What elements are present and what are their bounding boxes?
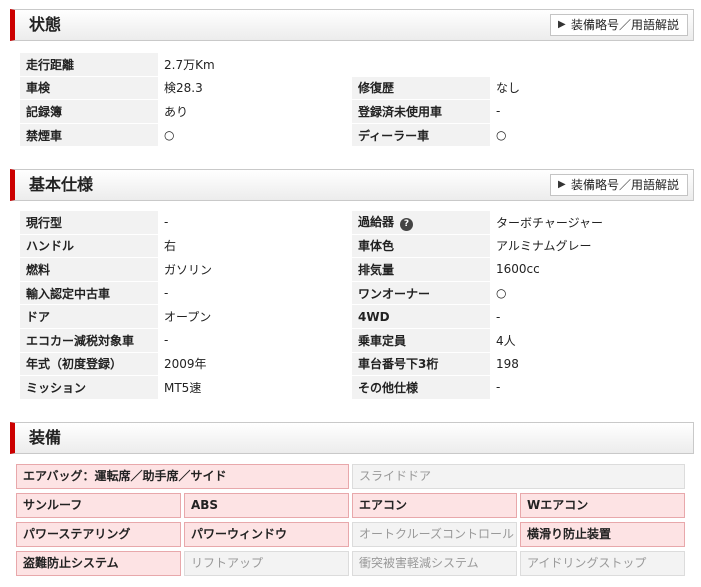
equipment-item-power-window: パワーウィンドウ [184, 522, 349, 547]
spec-key: ドア [20, 305, 158, 329]
spec-value: ○ [490, 123, 684, 148]
table-row: ドア オープン 4WD - [20, 305, 684, 329]
table-row: 走行距離 2.7万Km [20, 53, 684, 77]
status-glossary-label: 装備略号／用語解説 [570, 18, 679, 32]
spec-value: - [158, 211, 352, 235]
equipment-item-abs: ABS [184, 493, 349, 518]
status-section-title: 状態 [29, 15, 62, 34]
equipment-item-skid-prevention: 横滑り防止装置 [520, 522, 685, 547]
equipment-section-title: 装備 [29, 428, 62, 447]
table-row: ミッション MT5速 その他仕様 - [20, 376, 684, 400]
equipment-item-idling-stop: アイドリングストップ [520, 551, 685, 576]
spec-value: アルミナムグレー [490, 234, 684, 259]
spec-value: ○ [490, 281, 684, 306]
equipment-item-collision-mitigation: 衝突被害軽減システム [352, 551, 517, 576]
spec-key: 修復歴 [352, 76, 490, 101]
chevron-right-icon: ▶ [557, 179, 566, 190]
equipment-item-w-aircon: Wエアコン [520, 493, 685, 518]
table-row: ハンドル 右 車体色 アルミナムグレー [20, 234, 684, 259]
table-row: 年式（初度登録） 2009年 車台番号下3桁 198 [20, 352, 684, 377]
basic-spec-section-title: 基本仕様 [29, 175, 94, 194]
equipment-row: エアバッグ：運転席／助手席／サイド スライドドア [16, 464, 688, 489]
table-row: エコカー減税対象車 - 乗車定員 4人 [20, 328, 684, 353]
spec-key-label: 過給器 [358, 215, 395, 230]
spec-key: 輸入認定中古車 [20, 281, 158, 306]
spec-value: 2.7万Km [158, 53, 352, 77]
table-row: 記録簿 あり 登録済未使用車 - [20, 100, 684, 124]
equipment-item-lift-up: リフトアップ [184, 551, 349, 576]
equipment-item-aircon: エアコン [352, 493, 517, 518]
spec-key: ハンドル [20, 234, 158, 259]
spec-key: ミッション [20, 376, 158, 400]
spec-value: ターボチャージャー [490, 211, 684, 235]
spec-value: - [158, 328, 352, 353]
spec-value: - [158, 281, 352, 306]
basic-glossary-button[interactable]: ▶ 装備略号／用語解説 [549, 174, 688, 196]
spec-value: 198 [490, 352, 684, 377]
equipment-section-header: 装備 [10, 422, 694, 454]
equipment-row: 盗難防止システム リフトアップ 衝突被害軽減システム アイドリングストップ [16, 551, 688, 576]
spec-value: 右 [158, 234, 352, 259]
spec-key: 記録簿 [20, 100, 158, 124]
table-row: 輸入認定中古車 - ワンオーナー ○ [20, 281, 684, 306]
spec-key-turbo: 過給器? [352, 211, 490, 235]
spec-key [352, 53, 490, 77]
spec-value: あり [158, 100, 352, 124]
table-row: 燃料 ガソリン 排気量 1600cc [20, 258, 684, 282]
spec-value [490, 53, 684, 77]
spec-key: 4WD [352, 305, 490, 329]
question-circle-icon[interactable]: ? [400, 218, 414, 232]
status-table: 走行距離 2.7万Km 車検 検28.3 修復歴 なし 記録簿 あり 登録済未使… [20, 53, 684, 148]
spec-value: オープン [158, 305, 352, 329]
spec-key: エコカー減税対象車 [20, 328, 158, 353]
equipment-item-slide-door: スライドドア [352, 464, 685, 489]
spec-value: MT5速 [158, 376, 352, 400]
spec-value: - [490, 100, 684, 124]
equipment-item-sunroof: サンルーフ [16, 493, 181, 518]
equipment-item-airbag: エアバッグ：運転席／助手席／サイド [16, 464, 349, 489]
spec-key: 排気量 [352, 258, 490, 282]
spec-value: ガソリン [158, 258, 352, 282]
spec-key: 登録済未使用車 [352, 100, 490, 124]
basic-spec-section-header: 基本仕様 ▶ 装備略号／用語解説 [10, 169, 694, 201]
basic-glossary-label: 装備略号／用語解説 [570, 178, 679, 192]
spec-value: 1600cc [490, 258, 684, 282]
chevron-right-icon: ▶ [557, 19, 566, 30]
basic-spec-table: 現行型 - 過給器? ターボチャージャー ハンドル 右 車体色 アルミナムグレー… [20, 211, 684, 400]
spec-key: その他仕様 [352, 376, 490, 400]
spec-value: なし [490, 76, 684, 101]
spec-key: 車検 [20, 76, 158, 101]
spec-key: ディーラー車 [352, 123, 490, 148]
spec-value: - [490, 376, 684, 400]
spec-value: ○ [158, 123, 352, 148]
table-row: 現行型 - 過給器? ターボチャージャー [20, 211, 684, 235]
spec-value: 2009年 [158, 352, 352, 377]
equipment-item-cruise-control: オートクルーズコントロール [352, 522, 517, 547]
spec-key: ワンオーナー [352, 281, 490, 306]
spec-key: 燃料 [20, 258, 158, 282]
spec-key: 車体色 [352, 234, 490, 259]
equipment-row: パワーステアリング パワーウィンドウ オートクルーズコントロール 横滑り防止装置 [16, 522, 688, 547]
spec-value: - [490, 305, 684, 329]
spec-key: 乗車定員 [352, 328, 490, 353]
status-section-header: 状態 ▶ 装備略号／用語解説 [10, 9, 694, 41]
equipment-row: サンルーフ ABS エアコン Wエアコン [16, 493, 688, 518]
spec-key: 走行距離 [20, 53, 158, 77]
spec-key: 車台番号下3桁 [352, 352, 490, 377]
spec-value: 検28.3 [158, 76, 352, 101]
table-row: 車検 検28.3 修復歴 なし [20, 76, 684, 101]
spec-key: 年式（初度登録） [20, 352, 158, 377]
spec-key: 禁煙車 [20, 123, 158, 148]
table-row: 禁煙車 ○ ディーラー車 ○ [20, 123, 684, 148]
equipment-item-anti-theft: 盗難防止システム [16, 551, 181, 576]
spec-value: 4人 [490, 328, 684, 353]
equipment-item-power-steering: パワーステアリング [16, 522, 181, 547]
status-glossary-button[interactable]: ▶ 装備略号／用語解説 [549, 14, 688, 36]
spec-key: 現行型 [20, 211, 158, 235]
equipment-grid: エアバッグ：運転席／助手席／サイド スライドドア サンルーフ ABS エアコン … [16, 464, 688, 580]
